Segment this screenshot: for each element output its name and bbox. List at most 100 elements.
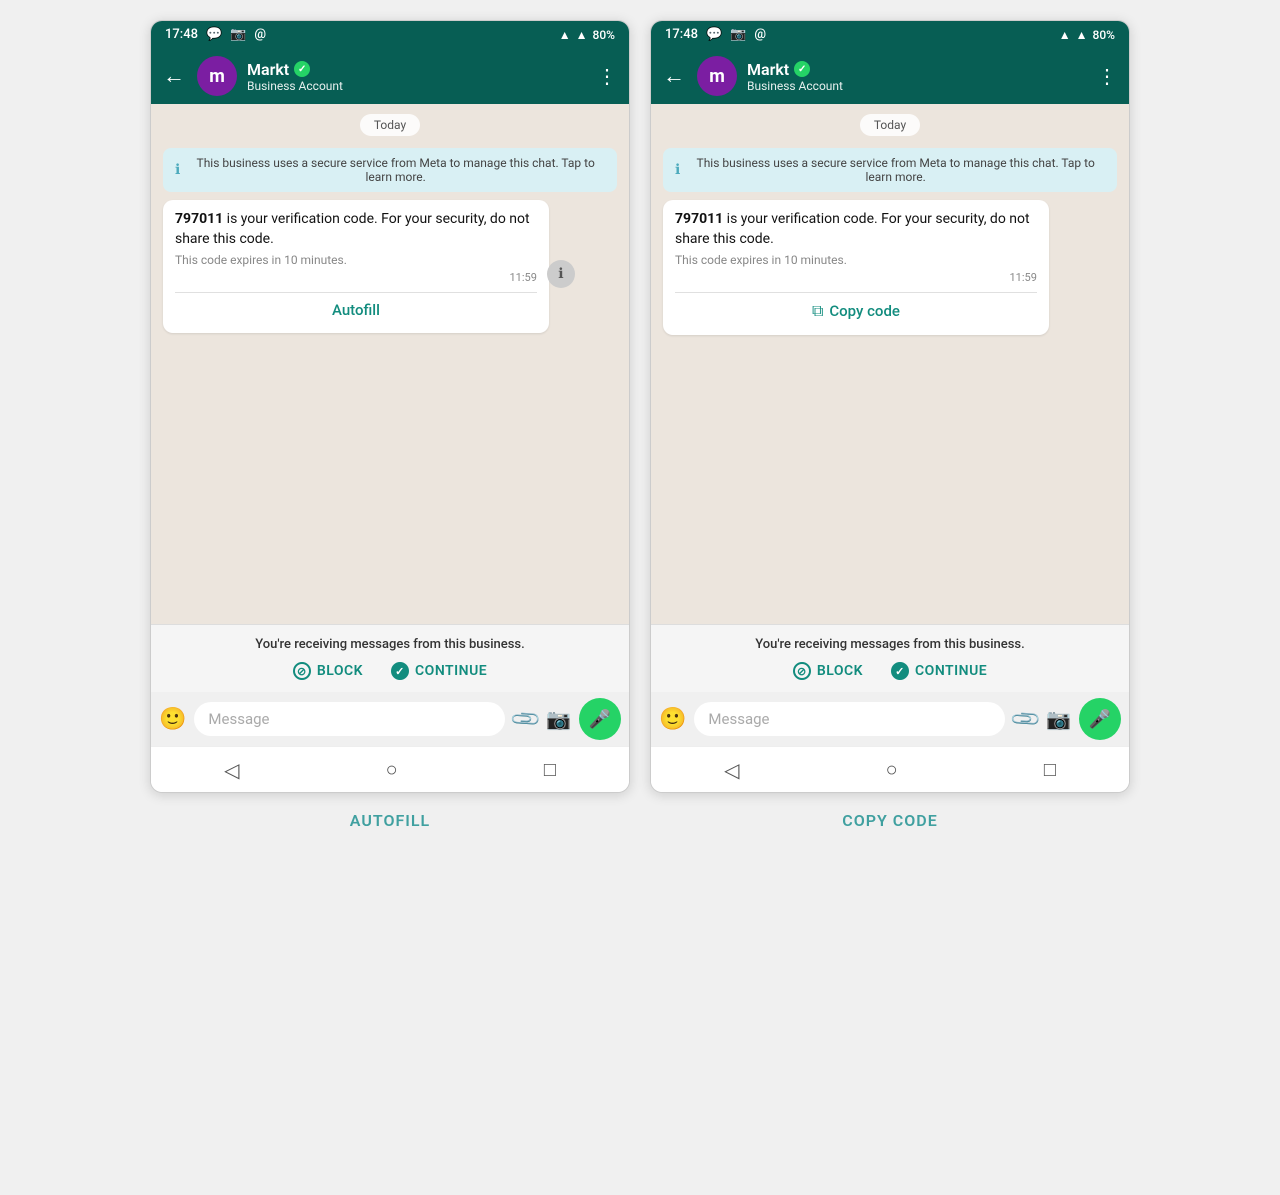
right-whatsapp-icon: 💬 — [706, 27, 722, 42]
left-attach-button[interactable]: 📎 — [508, 702, 543, 737]
left-camera-button[interactable]: 📷 — [546, 707, 571, 731]
left-nav-recent[interactable]: □ — [544, 757, 556, 782]
right-date-badge: Today — [860, 114, 920, 136]
right-chat-header: ← m Markt ✓ Business Account ⋮ — [651, 48, 1129, 104]
right-emoji-button[interactable]: 🙂 — [659, 707, 686, 732]
right-info-banner[interactable]: ℹ This business uses a secure service fr… — [663, 148, 1117, 192]
left-status-right: ▲ ▲ 80% — [559, 28, 615, 42]
left-continue-icon: ✓ — [391, 662, 409, 680]
left-message-time: 11:59 — [175, 271, 537, 284]
right-phone: 17:48 💬 📷 @ ▲ ▲ 80% ← m — [650, 20, 1130, 793]
left-back-button[interactable]: ← — [163, 63, 185, 89]
right-wifi-icon: ▲ — [1059, 28, 1071, 42]
left-divider — [175, 292, 537, 293]
left-info-banner-text: This business uses a secure service from… — [186, 156, 605, 184]
right-message-input[interactable]: Message — [694, 702, 1005, 736]
right-camera-button[interactable]: 📷 — [1046, 707, 1071, 731]
left-battery: 80% — [593, 28, 615, 42]
left-time: 17:48 — [165, 27, 198, 42]
left-phone: 17:48 💬 📷 @ ▲ ▲ 80% ← m — [150, 20, 630, 793]
left-block-button[interactable]: ⊘ BLOCK — [293, 662, 363, 680]
left-bubble-wrapper: 797011 is your verification code. For yo… — [163, 200, 617, 333]
left-header-info: Markt ✓ Business Account — [247, 60, 587, 93]
left-verified-icon: ✓ — [294, 61, 310, 77]
right-copy-code-button[interactable]: ⧉ Copy code — [675, 297, 1037, 325]
left-subtitle: Business Account — [247, 79, 587, 93]
right-instagram-icon: 📷 — [730, 27, 746, 42]
right-continue-button[interactable]: ✓ CONTINUE — [891, 662, 987, 680]
right-block-label: BLOCK — [817, 663, 863, 679]
right-message-subtext: This code expires in 10 minutes. — [675, 253, 1037, 267]
right-avatar: m — [697, 56, 737, 96]
left-mic-button[interactable]: 🎤 — [579, 698, 621, 740]
right-divider — [675, 292, 1037, 293]
right-notice-text: You're receiving messages from this busi… — [663, 637, 1117, 652]
page-wrapper: 17:48 💬 📷 @ ▲ ▲ 80% ← m — [20, 20, 1260, 830]
right-nav-back[interactable]: ◁ — [724, 758, 739, 782]
right-nav-bar: ◁ ○ □ — [651, 746, 1129, 792]
left-chat-header: ← m Markt ✓ Business Account ⋮ — [151, 48, 629, 104]
left-avatar: m — [197, 56, 237, 96]
right-info-icon: ℹ — [675, 162, 680, 178]
left-placeholder: Message — [208, 710, 269, 728]
left-continue-button[interactable]: ✓ CONTINUE — [391, 662, 487, 680]
left-autofill-button[interactable]: Autofill — [175, 297, 537, 323]
right-signal-icon: ▲ — [1076, 28, 1088, 42]
left-wifi-icon: ▲ — [559, 28, 571, 42]
right-message-text: 797011 is your verification code. For yo… — [675, 210, 1037, 249]
right-block-button[interactable]: ⊘ BLOCK — [793, 662, 863, 680]
right-nav-home[interactable]: ○ — [886, 757, 898, 782]
left-status-left: 17:48 💬 📷 @ — [165, 27, 266, 42]
left-instagram-icon: 📷 — [230, 27, 246, 42]
right-back-button[interactable]: ← — [663, 63, 685, 89]
right-nav-recent[interactable]: □ — [1044, 757, 1056, 782]
right-input-bar: 🙂 Message 📎 📷 🎤 — [651, 692, 1129, 746]
left-message-bubble: 797011 is your verification code. For yo… — [163, 200, 549, 333]
right-message-time: 11:59 — [675, 271, 1037, 284]
right-phone-label: COPY CODE — [842, 811, 938, 830]
left-bottom-notice: You're receiving messages from this busi… — [151, 624, 629, 692]
left-emoji-button[interactable]: 🙂 — [159, 707, 186, 732]
right-message-bubble: 797011 is your verification code. For yo… — [663, 200, 1049, 335]
left-nav-home[interactable]: ○ — [386, 757, 398, 782]
left-more-button[interactable]: ⋮ — [597, 64, 617, 88]
right-action-label: Copy code — [829, 302, 900, 320]
right-verified-icon: ✓ — [794, 61, 810, 77]
right-at-icon: @ — [754, 27, 766, 42]
right-status-right: ▲ ▲ 80% — [1059, 28, 1115, 42]
right-placeholder: Message — [708, 710, 769, 728]
right-attach-button[interactable]: 📎 — [1008, 702, 1043, 737]
right-info-banner-text: This business uses a secure service from… — [686, 156, 1105, 184]
left-message-subtext: This code expires in 10 minutes. — [175, 253, 537, 267]
left-nav-back[interactable]: ◁ — [224, 758, 239, 782]
right-bottom-actions: ⊘ BLOCK ✓ CONTINUE — [663, 662, 1117, 680]
right-mic-button[interactable]: 🎤 — [1079, 698, 1121, 740]
left-bottom-actions: ⊘ BLOCK ✓ CONTINUE — [163, 662, 617, 680]
right-chat-area: Today ℹ This business uses a secure serv… — [651, 104, 1129, 624]
left-info-circle[interactable]: ℹ — [547, 260, 575, 288]
left-info-banner[interactable]: ℹ This business uses a secure service fr… — [163, 148, 617, 192]
right-header-info: Markt ✓ Business Account — [747, 60, 1087, 93]
right-battery: 80% — [1093, 28, 1115, 42]
left-input-bar: 🙂 Message 📎 📷 🎤 — [151, 692, 629, 746]
left-at-icon: @ — [254, 27, 266, 42]
right-status-left: 17:48 💬 📷 @ — [665, 27, 766, 42]
phones-row: 17:48 💬 📷 @ ▲ ▲ 80% ← m — [150, 20, 1130, 830]
right-status-bar: 17:48 💬 📷 @ ▲ ▲ 80% — [651, 21, 1129, 48]
right-copy-icon: ⧉ — [812, 301, 823, 321]
left-name-text: Markt — [247, 60, 289, 79]
right-time: 17:48 — [665, 27, 698, 42]
left-block-icon: ⊘ — [293, 662, 311, 680]
left-message-input[interactable]: Message — [194, 702, 505, 736]
left-signal-icon: ▲ — [576, 28, 588, 42]
left-header-name: Markt ✓ — [247, 60, 587, 79]
right-block-icon: ⊘ — [793, 662, 811, 680]
left-phone-label: AUTOFILL — [350, 811, 430, 830]
left-phone-container: 17:48 💬 📷 @ ▲ ▲ 80% ← m — [150, 20, 630, 830]
right-name-text: Markt — [747, 60, 789, 79]
right-more-button[interactable]: ⋮ — [1097, 64, 1117, 88]
left-status-bar: 17:48 💬 📷 @ ▲ ▲ 80% — [151, 21, 629, 48]
right-bottom-notice: You're receiving messages from this busi… — [651, 624, 1129, 692]
left-chat-area: Today ℹ This business uses a secure serv… — [151, 104, 629, 624]
left-date-badge: Today — [360, 114, 420, 136]
